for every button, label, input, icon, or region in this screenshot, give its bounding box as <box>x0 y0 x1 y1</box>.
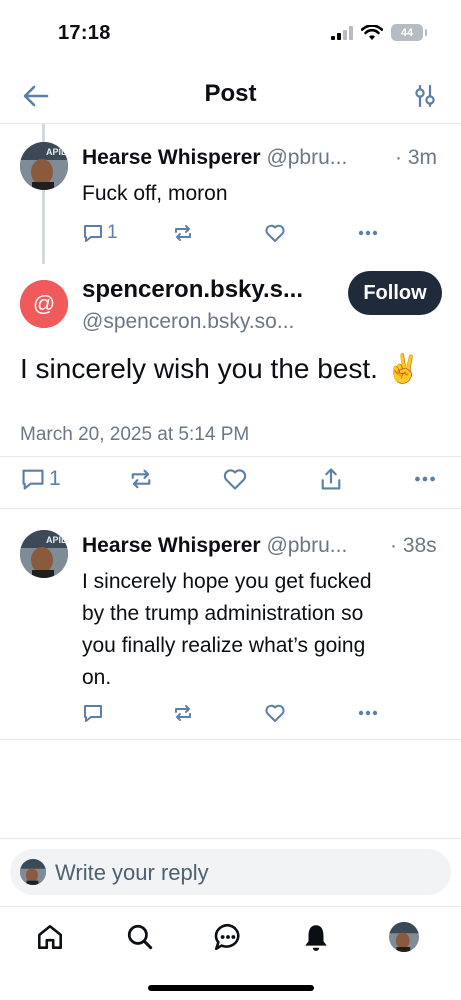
share-button[interactable] <box>318 466 344 492</box>
post-header: Post <box>0 68 461 124</box>
like-icon <box>265 224 285 242</box>
post-time: · 38s <box>390 534 437 557</box>
more-button[interactable] <box>356 222 380 244</box>
avatar[interactable]: APID <box>20 530 68 578</box>
display-name[interactable]: Hearse Whisperer <box>82 146 261 169</box>
battery-level: 44 <box>400 26 414 39</box>
avatar-badge-text: APID <box>46 147 68 157</box>
handle[interactable]: @pbru... <box>266 534 347 557</box>
follow-button[interactable]: Follow <box>348 271 442 315</box>
more-icon <box>415 476 435 482</box>
repost-button[interactable] <box>128 466 154 492</box>
post-text: I sincerely hope you get fucked by the t… <box>82 566 372 694</box>
post-text-line: you finally realize what’s going <box>82 634 366 657</box>
reply-icon <box>22 469 44 490</box>
display-name[interactable]: Hearse Whisperer <box>82 534 261 557</box>
tab-search[interactable] <box>120 919 160 955</box>
status-bar: 17:18 44 <box>0 0 461 68</box>
reply-button[interactable]: 1 <box>20 466 61 492</box>
home-icon <box>38 925 62 949</box>
main-post-text: I sincerely wish you the best. ✌️ <box>20 353 421 384</box>
page-title: Post <box>204 80 257 107</box>
like-button[interactable] <box>264 222 286 244</box>
main-post-date: March 20, 2025 at 5:14 PM <box>20 424 250 445</box>
post-time: · 3m <box>395 146 437 169</box>
avatar-image <box>20 859 46 885</box>
reply-button[interactable] <box>82 702 104 724</box>
more-icon <box>358 710 378 716</box>
like-icon <box>265 704 285 722</box>
share-icon <box>321 468 341 490</box>
bell-icon <box>305 925 327 951</box>
like-button[interactable] <box>222 466 248 492</box>
thread-settings-button[interactable] <box>409 80 441 112</box>
wifi-icon <box>361 24 383 40</box>
repost-button[interactable] <box>172 702 194 724</box>
bottom-tab-bar <box>0 906 461 966</box>
divider <box>0 456 461 457</box>
chat-icon <box>214 923 240 951</box>
repost-icon <box>175 225 191 241</box>
search-icon <box>127 924 153 950</box>
post-author[interactable]: Hearse Whisperer @pbru... <box>82 146 347 170</box>
repost-icon <box>175 705 191 721</box>
like-button[interactable] <box>264 702 286 724</box>
avatar-symbol: @ <box>33 291 55 316</box>
avatar-image <box>389 922 419 952</box>
filter-settings-icon <box>415 84 435 108</box>
tab-chat[interactable] <box>208 919 248 955</box>
avatar[interactable]: @ <box>20 280 68 328</box>
status-time: 17:18 <box>58 22 111 44</box>
repost-button[interactable] <box>172 222 194 244</box>
post-text-line: on. <box>82 666 112 689</box>
divider <box>0 508 461 509</box>
avatar-image: APID <box>20 530 68 578</box>
more-button[interactable] <box>412 466 438 492</box>
reply-icon <box>84 705 102 722</box>
reply-composer[interactable]: Write your reply <box>10 849 451 895</box>
avatar <box>389 922 419 952</box>
tab-notifications[interactable] <box>296 919 336 955</box>
main-post-handle[interactable]: @spenceron.bsky.so... <box>82 310 294 334</box>
mention-avatar-image: @ <box>20 280 68 328</box>
more-icon <box>358 230 378 236</box>
more-button[interactable] <box>356 702 380 724</box>
avatar-badge-text: APID <box>46 535 68 545</box>
handle[interactable]: @pbru... <box>266 146 347 169</box>
post-text-line: by the trump administration so <box>82 602 364 625</box>
tab-home[interactable] <box>30 919 70 955</box>
divider <box>0 838 461 839</box>
repost-icon <box>131 469 151 489</box>
home-indicator <box>148 985 314 991</box>
reply-button[interactable]: 1 <box>82 222 118 244</box>
divider <box>0 739 461 740</box>
post-author[interactable]: Hearse Whisperer @pbru... <box>82 534 347 558</box>
tab-profile[interactable] <box>384 919 424 955</box>
avatar <box>20 859 46 885</box>
reply-icon <box>84 225 102 242</box>
cellular-signal-icon <box>331 25 353 40</box>
like-icon <box>223 469 247 490</box>
reply-count: 1 <box>49 467 61 490</box>
main-post-display-name[interactable]: spenceron.bsky.s... <box>82 276 303 304</box>
status-icons: 44 <box>331 24 427 41</box>
avatar-image: APID <box>20 142 68 190</box>
post-text: Fuck off, moron <box>82 182 228 205</box>
post-text-line: I sincerely hope you get fucked <box>82 570 372 593</box>
reply-input-placeholder[interactable]: Write your reply <box>55 860 209 886</box>
avatar[interactable]: APID <box>20 142 68 190</box>
reply-count: 1 <box>107 222 118 243</box>
battery-icon: 44 <box>391 24 427 41</box>
